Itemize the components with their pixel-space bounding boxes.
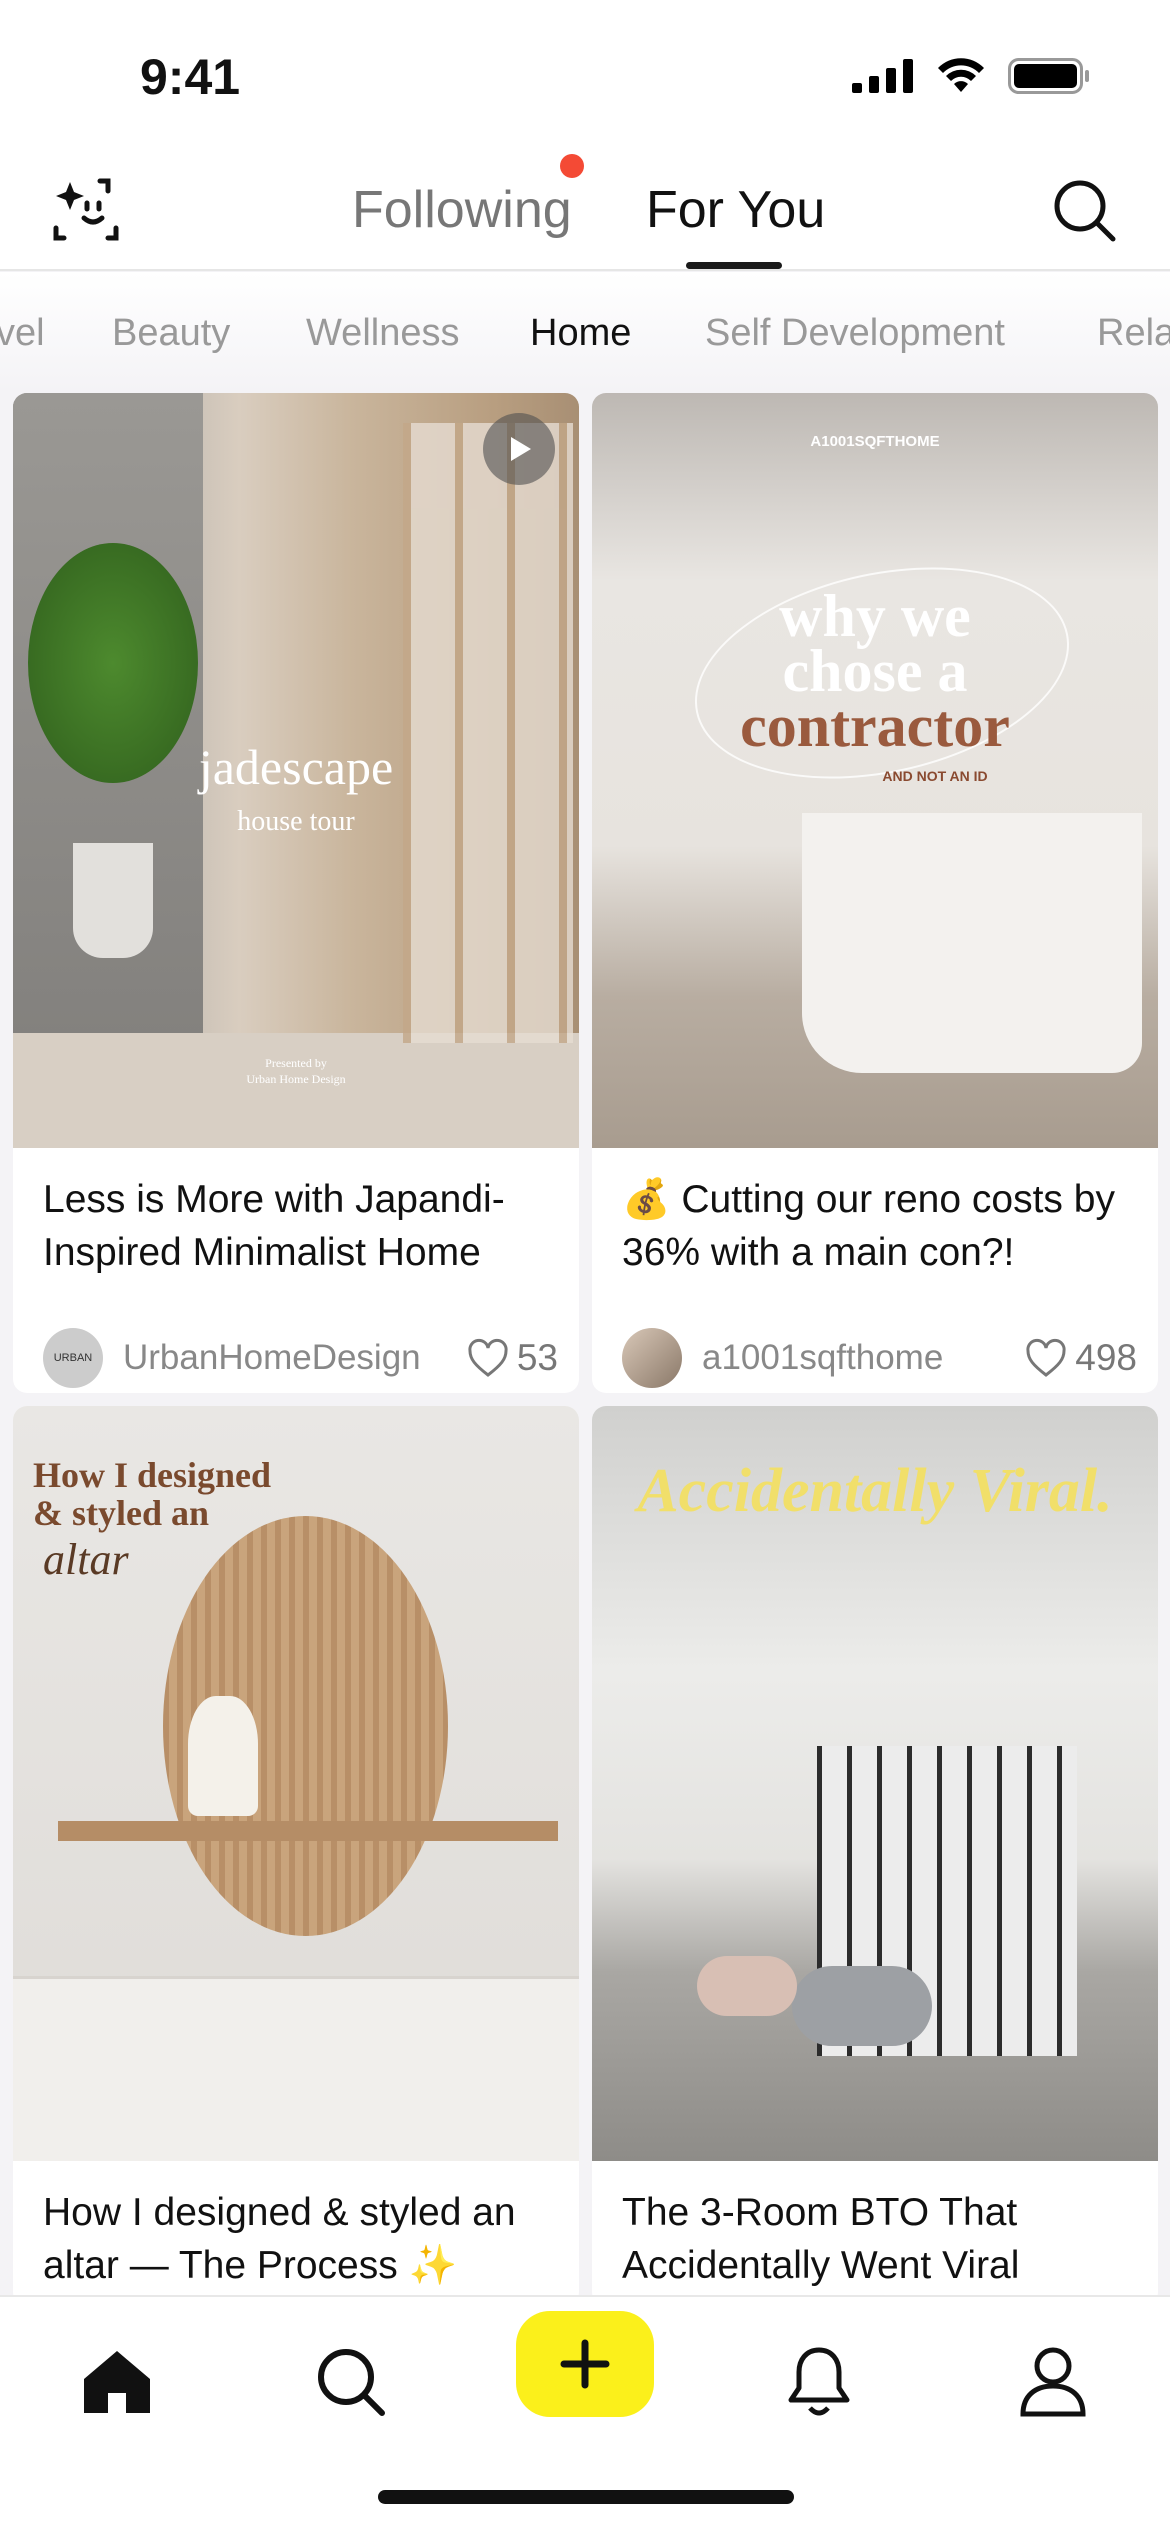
nav-notifications[interactable] xyxy=(764,2327,874,2437)
top-header: Following For You xyxy=(0,150,1170,271)
author-name[interactable]: a1001sqfthome xyxy=(702,1338,1025,1378)
post-title: How I designed & styled an altar — The P… xyxy=(43,2191,516,2287)
overlay-line: & styled an xyxy=(33,1493,210,1533)
bell-icon xyxy=(788,2347,850,2416)
overlay-credit: Presented by xyxy=(265,1056,327,1070)
feed-card[interactable]: Accidentally Viral. The 3-Room BTO That … xyxy=(592,1406,1158,2306)
like-count: 498 xyxy=(1075,1337,1137,1378)
heart-icon xyxy=(1026,1338,1066,1377)
battery-icon xyxy=(1008,58,1089,94)
notification-badge xyxy=(560,154,584,178)
category-relationships[interactable]: Rela xyxy=(1097,312,1170,355)
post-thumbnail: jadescape house tour Presented by Urban … xyxy=(13,393,579,1148)
like-button[interactable]: 498 xyxy=(1025,1337,1137,1379)
feed-card[interactable]: How I designed & styled an altar How I d… xyxy=(13,1406,579,2306)
category-bar: vel Beauty Wellness Home Self Developmen… xyxy=(0,272,1170,392)
tab-following[interactable]: Following xyxy=(352,180,572,240)
search-icon xyxy=(318,2349,385,2416)
nav-profile[interactable] xyxy=(998,2327,1108,2437)
nav-search[interactable] xyxy=(296,2327,406,2437)
avatar[interactable] xyxy=(622,1328,682,1388)
overlay-line: why we xyxy=(779,583,971,649)
overlay-line: How I designed xyxy=(33,1455,272,1495)
feed-card[interactable]: jadescape house tour Presented by Urban … xyxy=(13,393,579,1393)
active-tab-indicator xyxy=(686,262,782,269)
category-self-development[interactable]: Self Development xyxy=(705,312,1005,355)
video-play-icon xyxy=(483,413,555,485)
overlay-line: contractor xyxy=(740,693,1010,759)
overlay-line: chose a xyxy=(782,638,968,704)
overlay-line: altar xyxy=(43,1535,129,1584)
overlay-headline: jadescape xyxy=(198,739,394,795)
signal-icon xyxy=(852,59,913,93)
nav-home[interactable] xyxy=(62,2327,172,2437)
overlay-headline: Accidentally Viral. xyxy=(637,1457,1113,1525)
profile-icon xyxy=(1020,2347,1086,2417)
plus-icon xyxy=(560,2339,610,2389)
avatar[interactable]: URBAN xyxy=(43,1328,103,1388)
home-icon xyxy=(84,2351,150,2413)
post-title: Less is More with Japandi-Inspired Minim… xyxy=(43,1178,505,1274)
post-thumbnail: A1001SQFTHOME why we chose a contractor … xyxy=(592,393,1158,1148)
overlay-credit: Urban Home Design xyxy=(246,1072,346,1086)
wifi-icon xyxy=(938,58,984,92)
like-button[interactable]: 53 xyxy=(467,1337,558,1379)
post-title: The 3-Room BTO That Accidentally Went Vi… xyxy=(622,2191,1020,2287)
home-indicator[interactable] xyxy=(378,2490,794,2504)
status-bar: 9:41 xyxy=(0,0,1170,150)
search-icon[interactable] xyxy=(1052,178,1118,244)
overlay-brand: A1001SQFTHOME xyxy=(810,433,940,450)
status-time: 9:41 xyxy=(140,49,241,105)
category-travel[interactable]: vel xyxy=(0,312,45,355)
post-title: 💰 Cutting our reno costs by 36% with a m… xyxy=(622,1178,1115,1274)
post-thumbnail: How I designed & styled an altar xyxy=(13,1406,579,2161)
like-count: 53 xyxy=(516,1337,558,1378)
create-post-button[interactable] xyxy=(516,2311,654,2417)
category-wellness[interactable]: Wellness xyxy=(306,312,459,355)
author-name[interactable]: UrbanHomeDesign xyxy=(123,1338,467,1378)
category-beauty[interactable]: Beauty xyxy=(112,312,230,355)
overlay-subtitle: AND NOT AN ID xyxy=(882,768,988,784)
post-thumbnail: Accidentally Viral. xyxy=(592,1406,1158,2161)
heart-icon xyxy=(468,1338,508,1377)
feed-card[interactable]: A1001SQFTHOME why we chose a contractor … xyxy=(592,393,1158,1393)
tab-for-you[interactable]: For You xyxy=(646,180,825,240)
face-sparkle-icon[interactable] xyxy=(52,178,126,250)
overlay-subtitle: house tour xyxy=(237,806,355,837)
category-home[interactable]: Home xyxy=(530,312,631,355)
